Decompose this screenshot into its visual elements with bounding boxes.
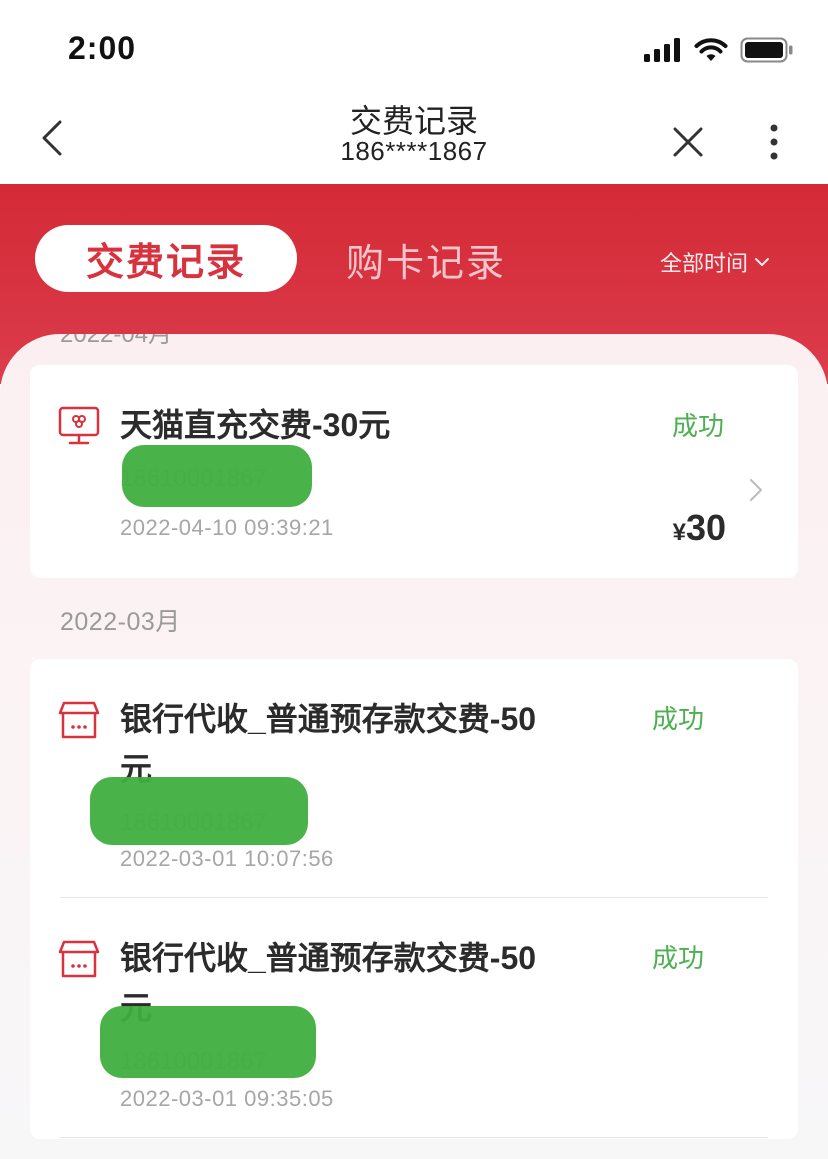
redaction-mark — [100, 1006, 316, 1078]
status-time: 2:00 — [68, 30, 137, 66]
record-title-line1: 银行代收_普通预存款交费-50 — [120, 701, 537, 737]
more-icon[interactable] — [760, 122, 788, 162]
month-header: 2022-03月 — [60, 608, 181, 636]
month-header-peek: 2022-04月 — [60, 334, 173, 348]
time-filter-dropdown[interactable]: 全部时间 — [660, 246, 770, 278]
chevron-right-icon[interactable] — [746, 475, 766, 505]
record-status: 成功 — [672, 411, 725, 441]
tab-card-purchase-records[interactable]: 购卡记录 — [346, 232, 506, 287]
record-card: 银行代收_普通预存款交费-50 元 成功 18610001867 2022-03… — [30, 659, 798, 1139]
redaction-mark — [122, 445, 312, 507]
record-card: 天猫直充交费-30元 成功 18610001867 2022-04-10 09:… — [30, 365, 798, 578]
redaction-mark — [90, 777, 308, 845]
record-item[interactable]: 银行代收_普通预存款交费-50 元 成功 18610001867 2022-03… — [30, 898, 798, 1139]
record-time: 2022-03-01 09:35:05 — [120, 1086, 334, 1111]
store-icon — [58, 940, 100, 978]
wifi-icon — [694, 38, 728, 61]
records-list: 2022-04月 天猫直充交费-30元 成功 18610001867 2022-… — [0, 334, 828, 1159]
tab-payment-records[interactable]: 交费记录 — [35, 225, 297, 292]
signal-icon — [644, 38, 680, 62]
record-status: 成功 — [652, 704, 705, 734]
close-icon[interactable] — [670, 124, 706, 160]
record-time: 2022-04-10 09:39:21 — [120, 515, 334, 540]
store-icon — [58, 701, 100, 739]
divider — [60, 1137, 768, 1138]
record-time: 2022-03-01 10:07:56 — [120, 846, 334, 871]
record-amount: ¥30 — [673, 507, 726, 549]
record-title-line1: 银行代收_普通预存款交费-50 — [120, 940, 537, 976]
record-title: 天猫直充交费-30元 — [120, 407, 391, 443]
time-filter-label: 全部时间 — [660, 251, 749, 276]
record-item[interactable]: 银行代收_普通预存款交费-50 元 成功 18610001867 2022-03… — [30, 659, 798, 897]
battery-icon — [740, 37, 793, 63]
chevron-down-icon — [755, 258, 770, 266]
status-icons — [644, 36, 794, 64]
record-item[interactable]: 天猫直充交费-30元 成功 18610001867 2022-04-10 09:… — [30, 365, 798, 578]
status-bar: 2:00 — [0, 0, 828, 94]
monitor-icon — [58, 406, 100, 445]
nav-bar: 交费记录 186****1867 — [0, 94, 828, 184]
record-status: 成功 — [652, 943, 705, 973]
currency-symbol: ¥ — [672, 519, 686, 546]
amount-value: 30 — [685, 507, 726, 548]
